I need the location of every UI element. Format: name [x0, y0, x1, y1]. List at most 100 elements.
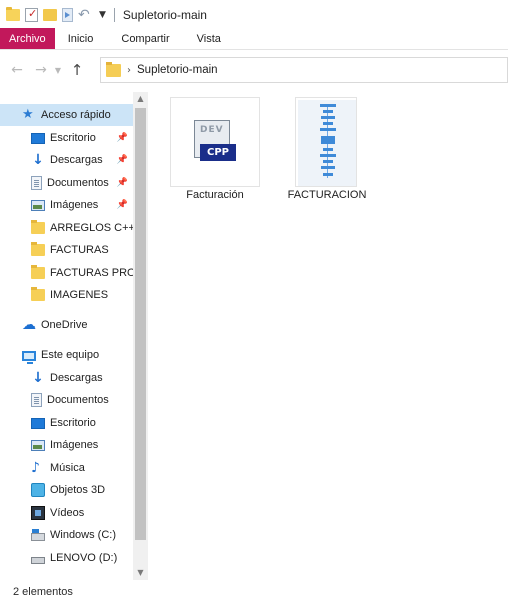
sidebar-item-label: Acceso rápido [41, 109, 111, 121]
sidebar-item-label: Descargas [50, 372, 103, 384]
sidebar-item-label: LENOVO (D:) [50, 552, 118, 564]
scroll-up-arrow-icon[interactable]: ▲ [133, 92, 148, 106]
desktop-icon [31, 418, 45, 429]
sidebar-item-pc-lenovo-d[interactable]: LENOVO (D:) [0, 547, 134, 569]
file-tile-facturacion-cpp[interactable]: DEV CPP [170, 97, 260, 187]
sidebar-item-este-equipo[interactable]: Este equipo [0, 344, 134, 366]
tab-compartir[interactable]: Compartir [107, 28, 183, 49]
folder-icon [31, 242, 45, 256]
document-icon[interactable] [62, 8, 73, 22]
back-arrow-icon[interactable]: ← [6, 59, 28, 81]
folder-icon [31, 265, 45, 279]
objects-3d-icon [31, 483, 45, 497]
executable-icon [298, 100, 356, 186]
item-count: 2 elementos [13, 585, 73, 598]
documents-icon [31, 176, 42, 190]
sidebar-item-label: Objetos 3D [50, 484, 106, 496]
sidebar-item-onedrive[interactable]: ☁ OneDrive [0, 314, 134, 336]
pictures-icon [31, 200, 45, 211]
forward-arrow-icon[interactable]: → [30, 59, 52, 81]
sidebar-item-arreglos-cpp[interactable]: ARREGLOS C++ [0, 217, 134, 239]
breadcrumb-segment[interactable]: Supletorio-main [137, 64, 218, 76]
sidebar-item-label: Documentos [47, 394, 109, 406]
quick-access-toolbar: ↶ ▼ [0, 0, 114, 30]
title-bar: ↶ ▼ Supletorio-main [0, 0, 508, 30]
pin-icon[interactable]: 📌 [117, 200, 128, 210]
drive-icon [31, 557, 45, 564]
sidebar-item-imagenes-folder[interactable]: IMAGENES [0, 284, 134, 306]
sidebar-item-label: Vídeos [50, 507, 85, 519]
music-icon: ♪ [31, 460, 40, 476]
sidebar-item-imagenes[interactable]: Imágenes 📌 [0, 194, 134, 216]
sidebar-item-escritorio[interactable]: Escritorio 📌 [0, 127, 134, 149]
sidebar-item-pc-windows-c[interactable]: Windows (C:) [0, 524, 134, 546]
folder-icon [31, 220, 45, 234]
sidebar-item-pc-documentos[interactable]: Documentos [0, 389, 134, 411]
chevron-down-icon[interactable]: ▼ [99, 10, 106, 20]
file-name[interactable]: FACTURACION [277, 189, 377, 201]
navigation-pane: ★ Acceso rápido Escritorio 📌 ↓ Descargas… [0, 92, 148, 582]
title-separator [113, 8, 115, 22]
undo-icon[interactable]: ↶ [78, 8, 92, 22]
folder-icon [6, 7, 20, 21]
sidebar-item-label: Descargas [50, 154, 103, 166]
sidebar-item-facturas[interactable]: FACTURAS [0, 239, 134, 261]
cloud-icon: ☁ [22, 317, 36, 333]
pin-icon[interactable]: 📌 [117, 133, 128, 143]
sidebar-item-descargas[interactable]: ↓ Descargas 📌 [0, 149, 134, 171]
pictures-icon [31, 440, 45, 451]
recent-locations-chevron-icon[interactable]: ▼ [52, 66, 64, 75]
exe-block [320, 104, 336, 107]
cpp-file-icon: DEV CPP [192, 120, 236, 164]
pin-icon[interactable]: 📌 [117, 178, 128, 188]
tab-vista[interactable]: Vista [184, 28, 233, 49]
new-folder-icon[interactable] [43, 9, 57, 21]
pin-icon[interactable]: 📌 [117, 155, 128, 165]
tab-archivo[interactable]: Archivo [0, 28, 55, 49]
sidebar-item-label: Imágenes [50, 439, 99, 451]
sidebar-item-label: OneDrive [41, 319, 88, 331]
breadcrumb-chevron-icon[interactable]: › [127, 65, 131, 76]
sidebar-item-acceso-rapido[interactable]: ★ Acceso rápido [0, 104, 134, 126]
sidebar-item-pc-musica[interactable]: ♪ Música [0, 457, 134, 479]
sidebar-scrollbar[interactable]: ▲ ▼ [133, 92, 148, 580]
sidebar-item-pc-descargas[interactable]: ↓ Descargas [0, 367, 134, 389]
sidebar-item-label: Imágenes [50, 199, 99, 211]
sidebar-item-label: Windows (C:) [50, 529, 117, 541]
sidebar-item-pc-objetos-3d[interactable]: Objetos 3D [0, 479, 134, 501]
computer-icon [22, 350, 36, 364]
sidebar-item-label: Este equipo [41, 349, 100, 361]
sidebar-item-pc-videos[interactable]: Vídeos [0, 502, 134, 524]
up-arrow-icon[interactable]: ↑ [66, 59, 88, 81]
sidebar-item-pc-escritorio[interactable]: Escritorio [0, 412, 134, 434]
sidebar-item-label: Música [50, 462, 85, 474]
sidebar-item-pc-imagenes[interactable]: Imágenes [0, 434, 134, 456]
exe-block [321, 136, 335, 144]
scroll-down-arrow-icon[interactable]: ▼ [133, 566, 148, 580]
exe-block [323, 110, 333, 113]
exe-block [320, 128, 336, 131]
cpp-badge: CPP [200, 144, 236, 161]
dev-overlay-text: DEV [200, 125, 224, 135]
status-bar: 2 elementos [0, 582, 508, 601]
sidebar-item-facturas-prod[interactable]: FACTURAS PROD [0, 262, 134, 284]
address-bar[interactable]: › Supletorio-main [100, 57, 508, 83]
file-tile-facturacion-exe[interactable] [295, 97, 357, 187]
properties-icon[interactable] [25, 7, 38, 22]
sidebar-item-label: Escritorio [50, 132, 96, 144]
exe-block [323, 173, 333, 176]
ribbon-tabs: Archivo Inicio Compartir Vista [0, 28, 508, 50]
sidebar-item-label: FACTURAS [50, 244, 109, 256]
file-name[interactable]: Facturación [165, 189, 265, 201]
sidebar-item-label: Escritorio [50, 417, 96, 429]
download-icon: ↓ [32, 370, 44, 386]
windows-drive-icon [31, 529, 45, 541]
download-icon: ↓ [32, 152, 44, 168]
tab-inicio[interactable]: Inicio [55, 28, 108, 49]
exe-block [320, 154, 336, 157]
exe-block [321, 116, 335, 119]
exe-block [321, 166, 335, 169]
documents-icon [31, 393, 42, 407]
scrollbar-thumb[interactable] [135, 108, 146, 540]
sidebar-item-documentos[interactable]: Documentos 📌 [0, 172, 134, 194]
